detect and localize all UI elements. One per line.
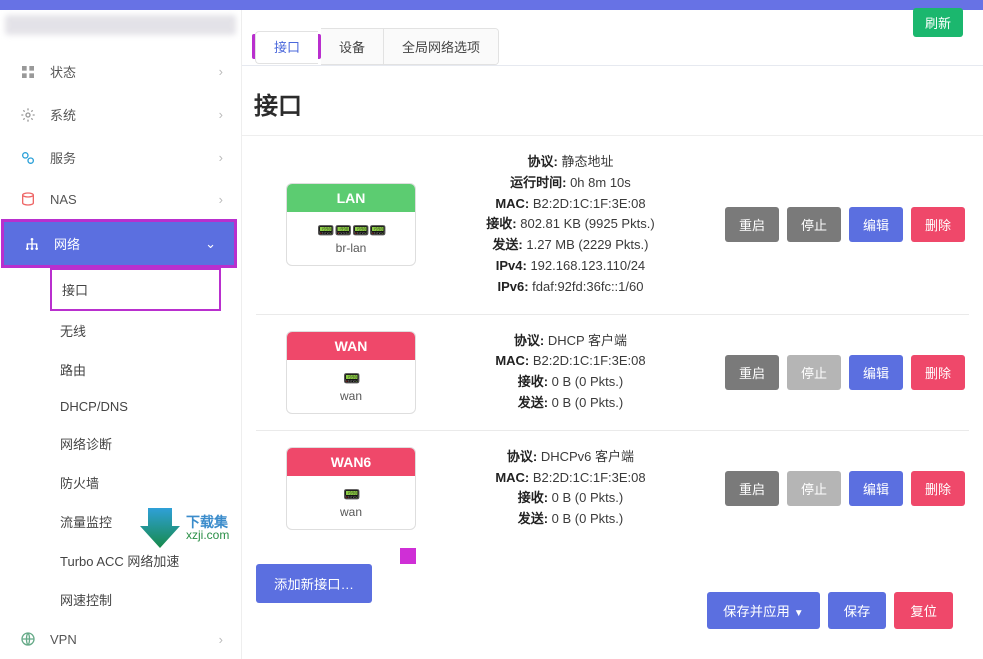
- sidebar-item-network[interactable]: 网络 ⌄: [4, 222, 234, 265]
- gear-icon: [20, 107, 38, 123]
- interface-card: LAN 📟 📟 📟 📟 br-lan: [286, 183, 416, 266]
- page-title: 接口: [242, 66, 983, 135]
- save-apply-button[interactable]: 保存并应用▼: [707, 592, 820, 629]
- stop-button: 停止: [787, 471, 841, 506]
- delete-button[interactable]: 删除: [911, 471, 965, 506]
- sidebar-item-label: 服务: [50, 148, 76, 167]
- add-interface-button[interactable]: 添加新接口…: [256, 564, 372, 603]
- interface-card: WAN 📟 wan: [286, 331, 416, 414]
- sidebar-sub-interfaces[interactable]: 接口: [50, 268, 221, 311]
- sidebar-item-vpn[interactable]: VPN ›: [0, 619, 241, 659]
- sidebar-sub-turbo-acc[interactable]: Turbo ACC 网络加速: [50, 541, 241, 580]
- interface-device-name: wan: [287, 505, 415, 519]
- tab-global-options[interactable]: 全局网络选项: [384, 29, 498, 64]
- main-content: 接口 设备 全局网络选项 接口 LAN 📟 📟 📟 📟 br-lan 协议: 静…: [242, 10, 983, 659]
- reset-button[interactable]: 复位: [894, 592, 953, 629]
- interface-details: 协议: 静态地址运行时间: 0h 8m 10sMAC: B2:2D:1C:1F:…: [416, 152, 725, 298]
- refresh-button[interactable]: 刷新: [913, 8, 963, 37]
- device-icon: 📟: [287, 476, 415, 505]
- database-icon: [20, 191, 38, 207]
- interface-header: WAN: [287, 332, 415, 360]
- interface-header: WAN6: [287, 448, 415, 476]
- chevron-right-icon: ›: [219, 192, 223, 207]
- sidebar-sub-speed-control[interactable]: 网速控制: [50, 580, 241, 619]
- interface-row: WAN 📟 wan 协议: DHCP 客户端MAC: B2:2D:1C:1F:3…: [256, 315, 969, 431]
- sidebar: 状态 › 系统 › 服务 › NAS › 网络: [0, 10, 242, 659]
- tab-interfaces[interactable]: 接口: [255, 31, 318, 64]
- interface-header: LAN: [287, 184, 415, 212]
- brand-logo: [5, 15, 236, 35]
- chevron-right-icon: ›: [219, 632, 223, 647]
- globe-icon: [20, 631, 38, 647]
- sidebar-subnav-network: 接口 无线 路由 DHCP/DNS 网络诊断 防火墙 流量监控 Turbo AC…: [0, 268, 241, 619]
- chevron-right-icon: ›: [219, 107, 223, 122]
- stop-button: 停止: [787, 355, 841, 390]
- sidebar-item-nas[interactable]: NAS ›: [0, 179, 241, 219]
- interface-details: 协议: DHCPv6 客户端MAC: B2:2D:1C:1F:3E:08接收: …: [416, 447, 725, 530]
- interface-row: LAN 📟 📟 📟 📟 br-lan 协议: 静态地址运行时间: 0h 8m 1…: [256, 136, 969, 315]
- edit-button[interactable]: 编辑: [849, 207, 903, 242]
- chevron-right-icon: ›: [219, 64, 223, 79]
- tab-devices[interactable]: 设备: [321, 29, 384, 64]
- sidebar-sub-firewall[interactable]: 防火墙: [50, 463, 241, 502]
- interface-device-name: wan: [287, 389, 415, 403]
- sidebar-sub-diagnostics[interactable]: 网络诊断: [50, 424, 241, 463]
- delete-button[interactable]: 删除: [911, 355, 965, 390]
- caret-down-icon: ▼: [794, 608, 804, 619]
- sidebar-sub-traffic[interactable]: 流量监控: [50, 502, 241, 541]
- edit-button[interactable]: 编辑: [849, 471, 903, 506]
- save-button[interactable]: 保存: [828, 592, 887, 629]
- dashboard-icon: [20, 64, 38, 80]
- chevron-right-icon: ›: [219, 150, 223, 165]
- sidebar-item-label: 网络: [54, 234, 80, 253]
- interface-card: WAN6 📟 wan: [286, 447, 416, 530]
- restart-button[interactable]: 重启: [725, 355, 779, 390]
- stop-button[interactable]: 停止: [787, 207, 841, 242]
- interface-device-name: br-lan: [287, 241, 415, 255]
- delete-button[interactable]: 删除: [911, 207, 965, 242]
- sidebar-sub-dhcp-dns[interactable]: DHCP/DNS: [50, 389, 241, 424]
- sidebar-sub-wireless[interactable]: 无线: [50, 311, 241, 350]
- sidebar-sub-routes[interactable]: 路由: [50, 350, 241, 389]
- edit-button[interactable]: 编辑: [849, 355, 903, 390]
- sidebar-item-label: 系统: [50, 105, 76, 124]
- cogs-icon: [20, 150, 38, 166]
- device-icon: 📟 📟 📟 📟: [287, 212, 415, 241]
- sidebar-item-label: NAS: [50, 192, 77, 207]
- sidebar-item-status[interactable]: 状态 ›: [0, 50, 241, 93]
- chevron-down-icon: ⌄: [205, 236, 216, 252]
- restart-button[interactable]: 重启: [725, 471, 779, 506]
- interface-row: WAN6 📟 wan 协议: DHCPv6 客户端MAC: B2:2D:1C:1…: [256, 431, 969, 546]
- sidebar-item-system[interactable]: 系统 ›: [0, 93, 241, 136]
- interface-details: 协议: DHCP 客户端MAC: B2:2D:1C:1F:3E:08接收: 0 …: [416, 331, 725, 414]
- sidebar-item-label: 状态: [50, 62, 76, 81]
- restart-button[interactable]: 重启: [725, 207, 779, 242]
- sidebar-item-services[interactable]: 服务 ›: [0, 136, 241, 179]
- sidebar-item-label: VPN: [50, 632, 77, 647]
- device-icon: 📟: [287, 360, 415, 389]
- network-icon: [24, 236, 42, 252]
